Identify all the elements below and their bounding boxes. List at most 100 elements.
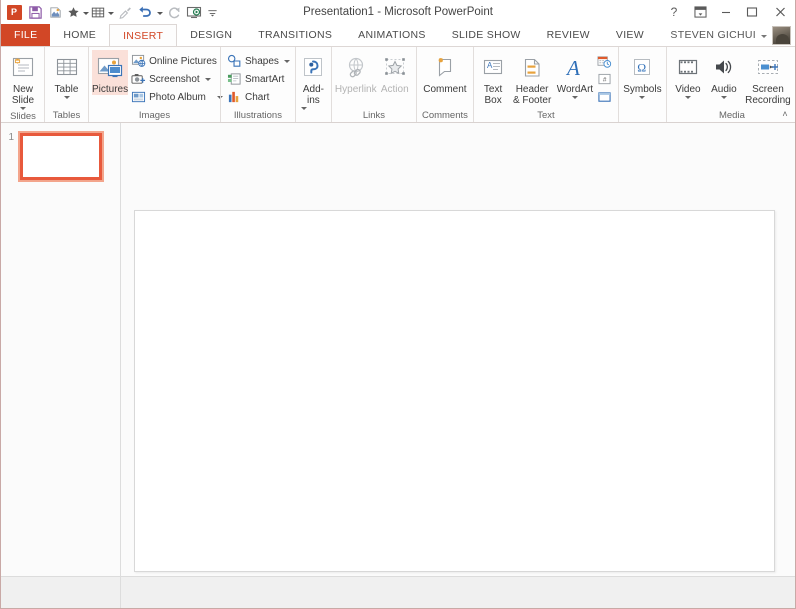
symbols-button[interactable]: Ω Symbols [622,50,663,99]
header-footer-icon [509,52,555,84]
new-slide-label-line1: New [12,84,33,95]
ribbon-display-options-button[interactable] [687,0,713,24]
screen-recording-label-line2: Recording [745,95,791,106]
ribbon-group-media: Video Audio Screen Recording Media [665,47,796,122]
tab-insert[interactable]: INSERT [109,24,178,46]
comment-label: Comment [423,84,467,95]
ribbon-tab-strip: FILE HOME INSERT DESIGN TRANSITIONS ANIM… [1,24,795,46]
date-time-icon [597,55,612,68]
title-bar: P Presentation1 - Microsoft PowerPoint ? [1,0,795,24]
help-button[interactable]: ? [661,0,687,24]
wordart-dropdown-icon[interactable] [571,96,578,99]
table-button[interactable]: Table [48,50,85,99]
screenshot-icon [130,71,146,87]
ribbon-group-images: Pictures Online Pictures Screenshot Phot… [88,47,223,122]
audio-dropdown-icon[interactable] [720,96,727,99]
header-footer-button[interactable]: Header & Footer [509,50,555,106]
slides-thumbnail-panel[interactable]: 1 [1,123,121,608]
help-icon: ? [670,5,678,19]
shapes-dropdown-icon[interactable] [283,59,290,63]
qat-customize-button[interactable] [204,1,220,23]
chevron-down-icon[interactable] [761,34,767,38]
shapes-button[interactable]: Shapes [224,52,292,70]
video-dropdown-icon[interactable] [684,96,691,99]
tab-animations[interactable]: ANIMATIONS [345,24,439,46]
add-ins-icon [299,52,328,84]
qat-favorite-dropdown[interactable] [81,1,90,23]
redo-icon [168,7,180,19]
date-and-time-button[interactable] [595,53,615,70]
tab-view[interactable]: VIEW [603,24,657,46]
chart-button[interactable]: Chart [224,88,292,106]
account-area[interactable]: STEVEN GICHUI [670,24,791,46]
qat-redo-button[interactable] [164,1,184,23]
object-button[interactable] [595,89,615,106]
tab-home[interactable]: HOME [50,24,109,46]
close-button[interactable] [765,0,795,24]
comment-icon [420,52,470,84]
ribbon-group-label-add-ins [296,110,331,122]
ribbon-group-label-text: Text [537,110,555,121]
pictures-icon [92,52,128,84]
qat-undo-button[interactable] [135,1,155,23]
slide-thumbnail-selection[interactable] [18,131,104,182]
qat-undo-dropdown[interactable] [155,1,164,23]
video-button[interactable]: Video [670,50,706,99]
tab-transitions[interactable]: TRANSITIONS [245,24,345,46]
tab-review[interactable]: REVIEW [534,24,603,46]
collapse-ribbon-button[interactable]: ˄ [778,107,792,121]
tab-design[interactable]: DESIGN [177,24,245,46]
tab-slide-show[interactable]: SLIDE SHOW [439,24,534,46]
qat-save-button[interactable] [25,1,45,23]
photo-album-button[interactable]: Photo Album [128,88,225,106]
account-user-name: STEVEN GICHUI [670,29,756,41]
ribbon-group-comments: Comment Comments [415,47,473,122]
slide-thumbnail-row[interactable]: 1 [1,131,120,182]
qat-start-slideshow-button[interactable] [184,1,204,23]
text-tiny-buttons: # [595,50,615,106]
new-slide-button[interactable]: New Slide [5,50,41,110]
avatar[interactable] [772,25,791,45]
workspace: 1 [1,123,795,608]
save-icon [28,5,42,19]
ribbon-group-label-tables: Tables [52,110,81,121]
tab-file[interactable]: FILE [1,24,51,46]
ribbon-group-label-symbols [619,109,666,122]
action-button[interactable]: Action [377,50,413,95]
slide-canvas[interactable] [134,210,775,572]
qat-format-painter-button[interactable] [115,1,135,23]
table-dropdown-icon[interactable] [63,96,70,99]
pictures-button[interactable]: Pictures [92,50,129,95]
online-pictures-button[interactable]: Online Pictures [128,52,225,70]
ribbon-group-label-illustrations: Illustrations [233,110,282,121]
slide-thumbnail-1[interactable] [20,133,102,180]
add-ins-button[interactable]: Add- ins [299,50,328,110]
smartart-button[interactable]: SmartArt [224,70,292,88]
add-ins-label-line2: ins [307,95,320,106]
text-box-icon: A [477,52,509,84]
minimize-button[interactable] [713,0,739,24]
text-box-label-line1: Text [483,84,503,95]
powerpoint-app-icon[interactable]: P [3,1,25,23]
powerpoint-window: P Presentation1 - Microsoft PowerPoint ?… [0,0,796,609]
slide-edit-area[interactable] [121,123,795,608]
screen-recording-button[interactable]: Screen Recording [742,50,794,106]
symbols-dropdown-icon[interactable] [639,96,646,99]
comment-button[interactable]: Comment [420,50,470,95]
maximize-button[interactable] [739,0,765,24]
ribbon: New Slide Slides Table Tables Pictures O… [1,46,795,123]
wordart-button[interactable]: A WordArt [555,50,595,99]
slide-number-button[interactable]: # [595,71,615,88]
screenshot-dropdown-icon[interactable] [204,77,211,81]
text-box-label-line2: Box [484,95,502,106]
screenshot-button[interactable]: Screenshot [128,70,225,88]
qat-favorite-button[interactable] [65,1,81,23]
qat-table-dropdown[interactable] [106,1,115,23]
qat-theme-button[interactable] [45,1,65,23]
audio-button[interactable]: Audio [706,50,742,99]
hyperlink-button[interactable]: Hyperlink [335,50,377,95]
qat-table-button[interactable] [90,1,106,23]
new-slide-label-line2: Slide [11,95,35,106]
table-label: Table [54,84,79,95]
text-box-button[interactable]: A Text Box [477,50,509,106]
